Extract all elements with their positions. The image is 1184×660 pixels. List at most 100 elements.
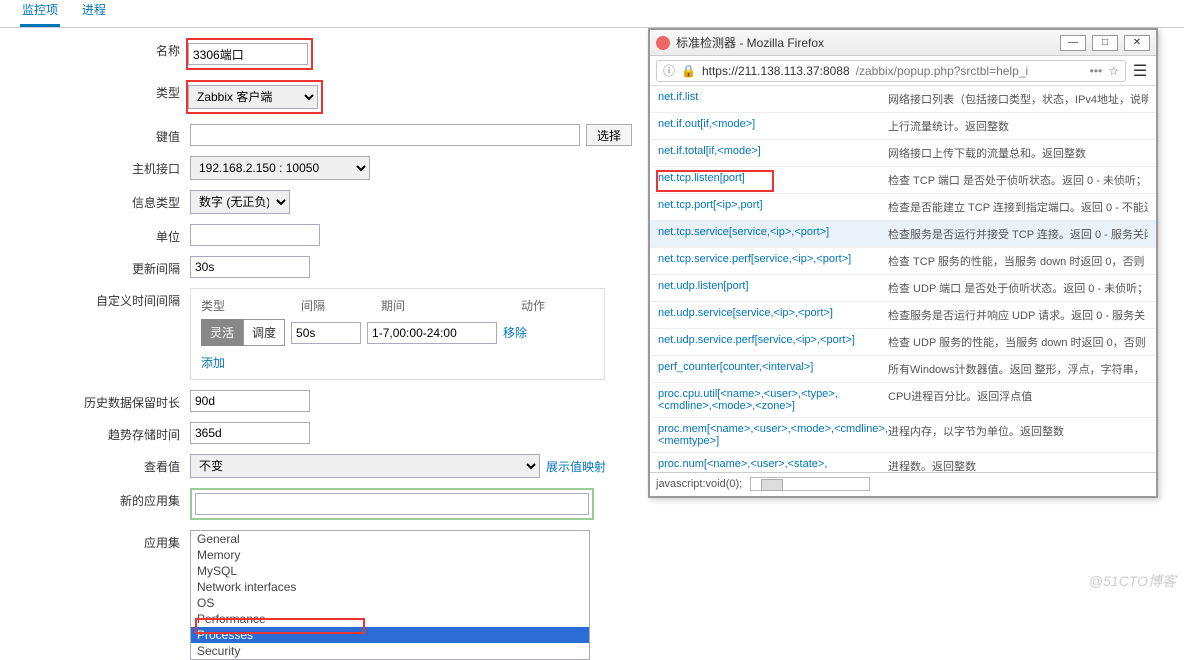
- window-close[interactable]: ✕: [1124, 35, 1150, 51]
- app-option[interactable]: OS: [191, 595, 589, 611]
- key-row[interactable]: net.if.list网络接口列表（包括接口类型，状态，IPv4地址，说明: [650, 86, 1156, 113]
- key-row[interactable]: net.udp.service.perf[service,<ip>,<port>…: [650, 329, 1156, 356]
- tab-process[interactable]: 进程: [80, 0, 108, 27]
- url-field[interactable]: ⓘ 🔒 https://211.138.113.37:8088/zabbix/p…: [656, 60, 1126, 82]
- key-desc: 检查 UDP 服务的性能，当服务 down 时返回 0，否则: [888, 334, 1148, 350]
- info-select[interactable]: 数字 (无正负): [190, 190, 290, 214]
- key-name[interactable]: net.tcp.port[<ip>,port]: [658, 199, 888, 215]
- name-input[interactable]: [188, 43, 308, 65]
- app-option[interactable]: Processes: [191, 627, 589, 643]
- key-row[interactable]: net.tcp.listen[port]检查 TCP 端口 是否处于侦听状态。返…: [650, 167, 1156, 194]
- iface-select[interactable]: 192.168.2.150 : 10050: [190, 156, 370, 180]
- unit-label: 单位: [0, 224, 190, 245]
- key-name[interactable]: net.tcp.service.perf[service,<ip>,<port>…: [658, 253, 888, 269]
- star-icon[interactable]: ☆: [1108, 64, 1119, 78]
- type-select[interactable]: Zabbix 客户端: [188, 85, 318, 109]
- key-row[interactable]: net.udp.listen[port]检查 UDP 端口 是否处于侦听状态。返…: [650, 275, 1156, 302]
- popup-titlebar[interactable]: 标准检测器 - Mozilla Firefox — □ ✕: [650, 30, 1156, 56]
- window-maximize[interactable]: □: [1092, 35, 1118, 51]
- key-row[interactable]: proc.num[<name>,<user>,<state>,进程数。返回整数: [650, 453, 1156, 472]
- app-option[interactable]: MySQL: [191, 563, 589, 579]
- int-head-period: 期间: [381, 297, 521, 314]
- upd-input[interactable]: [190, 256, 310, 278]
- key-row[interactable]: proc.cpu.util[<name>,<user>,<type>,<cmdl…: [650, 383, 1156, 418]
- key-name[interactable]: net.tcp.service[service,<ip>,<port>]: [658, 226, 888, 242]
- key-row[interactable]: net.tcp.port[<ip>,port]检查是否能建立 TCP 连接到指定…: [650, 194, 1156, 221]
- interval-toggle[interactable]: 灵活调度: [201, 319, 285, 346]
- key-name[interactable]: net.udp.service.perf[service,<ip>,<port>…: [658, 334, 888, 350]
- trend-input[interactable]: [190, 422, 310, 444]
- hist-input[interactable]: [190, 390, 310, 412]
- key-desc: 检查 UDP 端口 是否处于侦听状态。返回 0 - 未侦听；: [888, 280, 1148, 296]
- unit-input[interactable]: [190, 224, 320, 246]
- key-desc: 网络接口列表（包括接口类型，状态，IPv4地址，说明: [888, 91, 1148, 107]
- key-name[interactable]: net.if.out[if,<mode>]: [658, 118, 888, 134]
- key-desc: 检查是否能建立 TCP 连接到指定端口。返回 0 - 不能连: [888, 199, 1148, 215]
- newapp-input[interactable]: [195, 493, 589, 515]
- key-name[interactable]: proc.mem[<name>,<user>,<mode>,<cmdline>,…: [658, 423, 888, 447]
- key-row[interactable]: perf_counter[counter,<interval>]所有Window…: [650, 356, 1156, 383]
- helper-popup: 标准检测器 - Mozilla Firefox — □ ✕ ⓘ 🔒 https:…: [648, 28, 1158, 498]
- int-head-action: 动作: [521, 297, 545, 314]
- key-input[interactable]: [190, 124, 580, 146]
- custint-label: 自定义时间间隔: [0, 288, 190, 309]
- app-option[interactable]: Memory: [191, 547, 589, 563]
- apps-listbox[interactable]: GeneralMemoryMySQLNetwork interfacesOSPe…: [190, 530, 590, 660]
- app-option[interactable]: Security: [191, 643, 589, 659]
- key-desc: 检查 TCP 服务的性能，当服务 down 时返回 0，否则: [888, 253, 1148, 269]
- status-scroll[interactable]: [750, 477, 870, 491]
- key-desc: 网络接口上传下载的流量总和。返回整数: [888, 145, 1148, 161]
- int-head-gap: 间隔: [301, 297, 381, 314]
- app-option[interactable]: Performance: [191, 611, 589, 627]
- url-bar: ⓘ 🔒 https://211.138.113.37:8088/zabbix/p…: [650, 56, 1156, 86]
- watermark: @51CTO博客: [1089, 571, 1176, 591]
- key-row[interactable]: proc.mem[<name>,<user>,<mode>,<cmdline>,…: [650, 418, 1156, 453]
- int-period-input[interactable]: [367, 322, 497, 344]
- int-gap-input[interactable]: [291, 322, 361, 344]
- popup-title: 标准检测器 - Mozilla Firefox: [676, 34, 1054, 51]
- window-minimize[interactable]: —: [1060, 35, 1086, 51]
- app-option[interactable]: Network interfaces: [191, 579, 589, 595]
- info-icon: ⓘ: [663, 62, 675, 79]
- key-desc: 所有Windows计数器值。返回 整形，浮点，字符串，: [888, 361, 1148, 377]
- key-name[interactable]: net.udp.service[service,<ip>,<port>]: [658, 307, 888, 323]
- key-name[interactable]: proc.num[<name>,<user>,<state>,: [658, 458, 888, 472]
- key-name[interactable]: net.tcp.listen[port]: [658, 172, 888, 188]
- key-desc: 进程数。返回整数: [888, 458, 1148, 472]
- show-select[interactable]: 不变: [190, 454, 540, 478]
- key-desc: CPU进程百分比。返回浮点值: [888, 388, 1148, 412]
- key-name[interactable]: net.if.list: [658, 91, 888, 107]
- key-row[interactable]: net.tcp.service[service,<ip>,<port>]检查服务…: [650, 221, 1156, 248]
- newapp-label: 新的应用集: [0, 488, 190, 509]
- show-label: 查看值: [0, 454, 190, 475]
- key-label: 键值: [0, 124, 190, 145]
- type-label: 类型: [0, 80, 190, 101]
- menu-icon[interactable]: ☰: [1130, 61, 1150, 81]
- key-name[interactable]: perf_counter[counter,<interval>]: [658, 361, 888, 377]
- firefox-icon: [656, 36, 670, 50]
- upd-label: 更新间隔: [0, 256, 190, 277]
- key-desc: 上行流量统计。返回整数: [888, 118, 1148, 134]
- int-head-type: 类型: [201, 297, 301, 314]
- interval-box: 类型 间隔 期间 动作 灵活调度 移除 添加: [190, 288, 605, 380]
- key-row[interactable]: net.if.out[if,<mode>]上行流量统计。返回整数: [650, 113, 1156, 140]
- url-path: /zabbix/popup.php?srctbl=help_i: [856, 64, 1028, 78]
- int-remove-link[interactable]: 移除: [503, 324, 527, 341]
- key-row[interactable]: net.if.total[if,<mode>]网络接口上传下载的流量总和。返回整…: [650, 140, 1156, 167]
- int-add-link[interactable]: 添加: [201, 356, 225, 370]
- info-label: 信息类型: [0, 190, 190, 211]
- show-link[interactable]: 展示值映射: [546, 458, 606, 475]
- key-name[interactable]: net.if.total[if,<mode>]: [658, 145, 888, 161]
- key-name[interactable]: net.udp.listen[port]: [658, 280, 888, 296]
- key-select-button[interactable]: 选择: [586, 124, 632, 146]
- url-host: https://211.138.113.37:8088: [702, 64, 850, 78]
- name-label: 名称: [0, 38, 190, 59]
- tab-items[interactable]: 监控项: [20, 0, 60, 27]
- app-option[interactable]: General: [191, 531, 589, 547]
- key-desc: 进程内存，以字节为单位。返回整数: [888, 423, 1148, 447]
- key-row[interactable]: net.tcp.service.perf[service,<ip>,<port>…: [650, 248, 1156, 275]
- key-name[interactable]: proc.cpu.util[<name>,<user>,<type>,<cmdl…: [658, 388, 888, 412]
- key-grid: net.if.list网络接口列表（包括接口类型，状态，IPv4地址，说明net…: [650, 86, 1156, 472]
- key-row[interactable]: net.udp.service[service,<ip>,<port>]检查服务…: [650, 302, 1156, 329]
- status-text: javascript:void(0);: [656, 478, 742, 490]
